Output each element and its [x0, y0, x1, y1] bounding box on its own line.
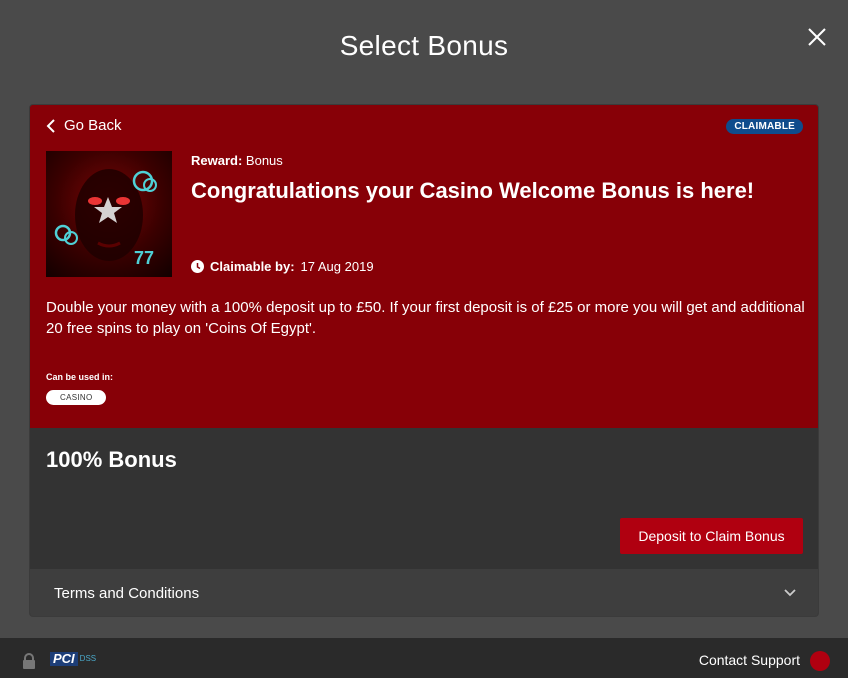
chevron-left-icon: [46, 118, 55, 133]
claimable-date: 17 Aug 2019: [300, 259, 374, 274]
pci-dss-label: DSS: [79, 654, 97, 663]
go-back-label: Go Back: [64, 117, 122, 134]
deposit-to-claim-button[interactable]: Deposit to Claim Bonus: [620, 518, 803, 554]
used-in-label: Can be used in:: [46, 372, 114, 382]
reward-value: Bonus: [245, 153, 283, 168]
bonus-artwork: 77: [54, 169, 157, 268]
status-badge: CLAIMABLE: [726, 119, 803, 134]
claimable-by: Claimable by: 17 Aug 2019: [191, 259, 374, 274]
go-back-link[interactable]: Go Back: [46, 117, 122, 134]
bonus-headline: Congratulations your Casino Welcome Bonu…: [191, 178, 755, 203]
clock-icon: [191, 260, 204, 273]
footer: PCI DSS Contact Support: [0, 638, 848, 678]
pci-label: PCI: [50, 652, 78, 666]
svg-text:77: 77: [134, 248, 154, 268]
close-button[interactable]: [806, 26, 828, 48]
bonus-thumbnail: 77: [46, 151, 172, 277]
lock-icon: [23, 653, 35, 669]
terms-label: Terms and Conditions: [54, 585, 200, 602]
claimable-label: Claimable by:: [210, 259, 295, 274]
support-icon[interactable]: [810, 651, 830, 671]
reward-type: Reward: Bonus: [191, 153, 283, 168]
bonus-description: Double your money with a 100% deposit up…: [46, 299, 805, 337]
pci-dss-logo: PCI DSS: [50, 652, 96, 666]
chevron-down-icon: [784, 589, 796, 597]
bonus-name: 100% Bonus: [46, 447, 177, 472]
bonus-card-header: Go Back CLAIMABLE 77 Reward: Bonus Congr…: [30, 105, 818, 428]
reward-label: Reward:: [191, 153, 243, 168]
bonus-card: Go Back CLAIMABLE 77 Reward: Bonus Congr…: [29, 104, 819, 617]
close-icon: [808, 28, 826, 46]
modal-title: Select Bonus: [339, 30, 509, 61]
contact-support-link[interactable]: Contact Support: [699, 652, 800, 668]
terms-and-conditions-toggle[interactable]: Terms and Conditions: [30, 569, 818, 616]
product-tag-casino: CASINO: [46, 390, 107, 405]
